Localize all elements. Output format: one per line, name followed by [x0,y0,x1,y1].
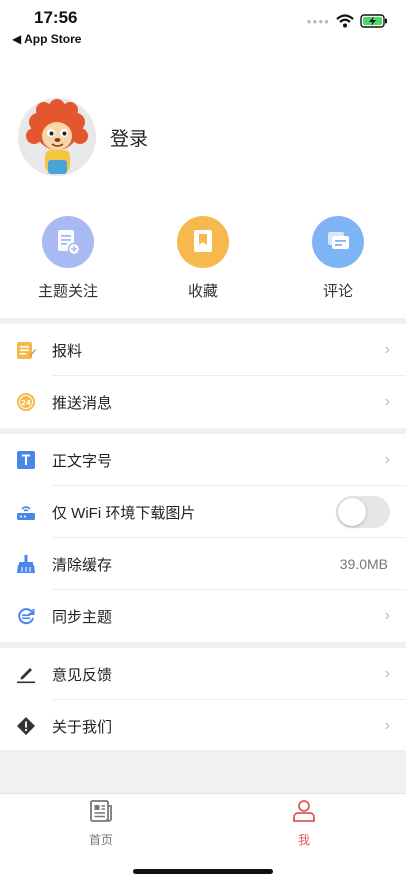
menu-label-report: 报料 [52,342,83,360]
menu-label-about-us: 关于我们 [52,718,113,736]
bookmark-icon [177,216,229,268]
back-to-app-store-link[interactable]: ◀ App Store [12,32,81,46]
menu-label-font-size: 正文字号 [52,452,113,470]
menu-label-push-messages: 推送消息 [52,394,113,412]
sync-icon [16,606,36,626]
notepad-icon [16,340,36,360]
menu-item-font-size[interactable]: 正文字号 › [0,434,406,486]
menu-item-report[interactable]: 报料 › [0,324,406,376]
status-bar: 17:56 ◀ App Store ●●●● [0,0,406,50]
wifi-images-toggle[interactable] [336,496,390,528]
wifi-icon [336,14,354,28]
favorites-button[interactable]: 收藏 [163,216,243,301]
push-24-icon: 24 [16,392,36,412]
text-size-icon [16,450,36,470]
status-time: 17:56 [34,8,78,27]
menu-item-sync-topics[interactable]: 同步主题 › [0,590,406,642]
chevron-right-icon: › [384,665,390,682]
chevron-right-icon: › [384,717,390,734]
tab-me[interactable]: 我 [264,798,344,848]
svg-text:24: 24 [21,399,31,407]
menu-item-push-messages[interactable]: 24 推送消息 › [0,376,406,428]
chevron-right-icon: › [384,607,390,624]
cellular-signal-icon: ●●●● [306,16,330,26]
newspaper-icon [90,800,112,822]
comments-label: 评论 [322,283,353,300]
topic-follow-label: 主题关注 [37,283,98,300]
menu-label-sync-topics: 同步主题 [52,608,113,626]
profile-header[interactable]: 登录 [18,98,148,176]
avatar[interactable] [18,98,96,176]
status-indicators: ●●●● [307,14,388,28]
chevron-right-icon: › [384,451,390,468]
broom-icon [16,554,36,574]
menu-item-about-us[interactable]: 关于我们 › [0,700,406,752]
toggle-knob [338,498,366,526]
person-icon [293,800,315,822]
quick-actions: 主题关注 收藏 评论 [0,216,406,316]
document-plus-icon [42,216,94,268]
login-label[interactable]: 登录 [110,124,148,151]
tab-me-label: 我 [297,833,310,847]
content-background [0,750,406,793]
battery-charging-icon [360,14,387,28]
topic-follow-button[interactable]: 主题关注 [28,216,108,301]
home-indicator[interactable] [133,869,273,874]
cache-size-value: 39.0MB [339,556,388,572]
tab-home-label: 首页 [88,833,113,847]
chevron-right-icon: › [384,393,390,410]
router-icon [16,502,36,522]
info-diamond-icon [16,716,36,736]
menu-label-wifi-images: 仅 WiFi 环境下载图片 [52,504,196,522]
lion-mascot-avatar-icon [18,98,96,176]
menu-item-feedback[interactable]: 意见反馈 › [0,648,406,700]
chevron-right-icon: › [384,341,390,358]
favorites-label: 收藏 [187,283,218,300]
menu-label-feedback: 意见反馈 [52,666,113,684]
comment-icon [312,216,364,268]
menu-label-clear-cache: 清除缓存 [52,556,113,574]
tab-bar: 首页 我 [0,793,406,883]
menu-item-wifi-images: 仅 WiFi 环境下载图片 [0,486,406,538]
menu-item-clear-cache[interactable]: 清除缓存 39.0MB [0,538,406,590]
comments-button[interactable]: 评论 [298,216,378,301]
tab-home[interactable]: 首页 [61,798,141,848]
pencil-icon [16,664,36,684]
